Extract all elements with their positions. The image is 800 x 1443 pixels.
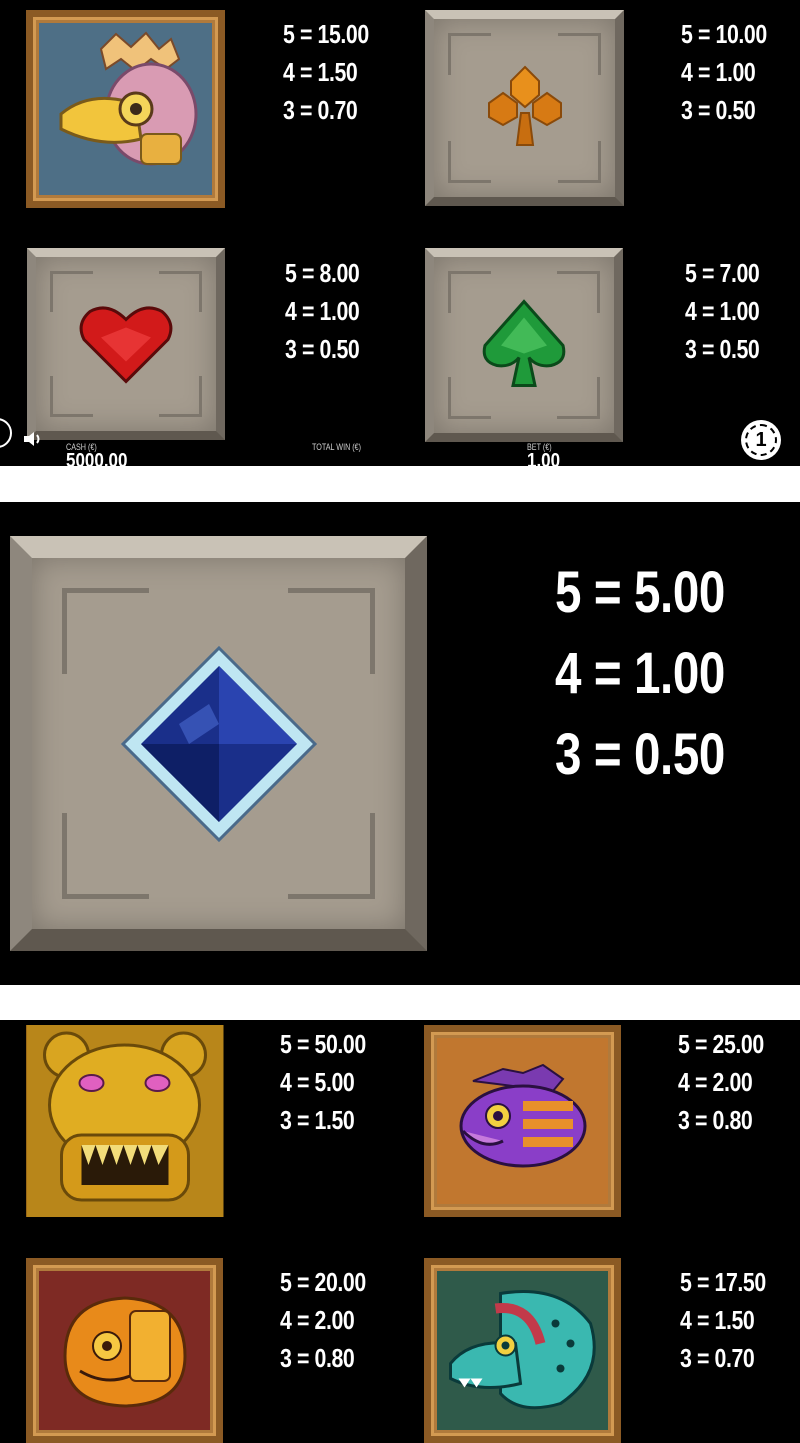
- pay-5: 5 = 17.50: [680, 1267, 766, 1297]
- orange-club-gem-symbol: [425, 10, 624, 206]
- pay-5: 5 = 20.00: [280, 1267, 366, 1297]
- quetzal-paytable: 5 = 15.00 4 = 1.50 3 = 0.70: [283, 15, 369, 129]
- pay-4: 4 = 2.00: [280, 1305, 355, 1335]
- quetzal-bird-symbol: [26, 10, 225, 208]
- pay-3: 3 = 0.70: [680, 1343, 755, 1373]
- diamond-gem-icon: [120, 645, 317, 842]
- pay-4: 4 = 1.00: [555, 641, 725, 706]
- monkey-icon: [62, 1295, 187, 1408]
- red-heart-gem-symbol: [27, 248, 225, 440]
- pay-3: 3 = 0.50: [685, 334, 760, 364]
- purple-fish-symbol: [424, 1025, 621, 1217]
- bird-icon: [59, 31, 197, 166]
- pay-4: 4 = 1.00: [685, 296, 760, 326]
- coin-value-button[interactable]: 1: [741, 420, 781, 460]
- pay-5: 5 = 50.00: [280, 1029, 366, 1059]
- pay-3: 3 = 0.80: [280, 1343, 355, 1373]
- jaguar-icon: [26, 1025, 223, 1217]
- pay-3: 3 = 0.80: [678, 1105, 753, 1135]
- serpent-paytable: 5 = 17.50 4 = 1.50 3 = 0.70: [680, 1263, 766, 1377]
- club-paytable: 5 = 10.00 4 = 1.00 3 = 0.50: [681, 15, 767, 129]
- pay-5: 5 = 15.00: [283, 19, 369, 49]
- heart-paytable: 5 = 8.00 4 = 1.00 3 = 0.50: [285, 254, 360, 368]
- paytable-page-2: 5 = 5.00 4 = 1.00 3 = 0.50: [0, 502, 800, 985]
- total-win-label: TOTAL WIN (€): [312, 442, 362, 452]
- club-gem-icon: [487, 65, 562, 146]
- pay-3: 3 = 0.70: [283, 95, 358, 125]
- pay-3: 3 = 1.50: [280, 1105, 355, 1135]
- pay-3: 3 = 0.50: [681, 95, 756, 125]
- pay-5: 5 = 5.00: [555, 560, 725, 625]
- orange-monkey-symbol: [26, 1258, 223, 1443]
- cash-value: 5000.00: [66, 450, 128, 466]
- pay-3: 3 = 0.50: [285, 334, 360, 364]
- coin-value: 1: [745, 424, 777, 456]
- pay-4: 4 = 2.00: [678, 1067, 753, 1097]
- bet-value: 1.00: [527, 450, 561, 466]
- spade-gem-icon: [482, 299, 566, 387]
- pay-5: 5 = 25.00: [678, 1029, 764, 1059]
- jaguar-paytable: 5 = 50.00 4 = 5.00 3 = 1.50: [280, 1025, 366, 1139]
- green-spade-gem-symbol: [425, 248, 623, 442]
- golden-jaguar-symbol: [26, 1025, 223, 1217]
- pay-4: 4 = 1.00: [285, 296, 360, 326]
- pay-5: 5 = 10.00: [681, 19, 767, 49]
- serpent-icon: [448, 1289, 596, 1409]
- fish-paytable: 5 = 25.00 4 = 2.00 3 = 0.80: [678, 1025, 764, 1139]
- blue-diamond-gem-symbol: [10, 536, 427, 951]
- paytable-page-1: 5 = 15.00 4 = 1.50 3 = 0.70 5 = 10.00 4 …: [0, 0, 800, 466]
- menu-button[interactable]: [0, 418, 12, 448]
- fish-icon: [459, 1063, 586, 1168]
- game-status-bar: CASH (€) 5000.00 TOTAL WIN (€) BET (€) 1…: [0, 418, 800, 466]
- pay-4: 4 = 5.00: [280, 1067, 355, 1097]
- spade-paytable: 5 = 7.00 4 = 1.00 3 = 0.50: [685, 254, 760, 368]
- pay-5: 5 = 8.00: [285, 258, 360, 288]
- teal-serpent-symbol: [424, 1258, 621, 1443]
- monkey-paytable: 5 = 20.00 4 = 2.00 3 = 0.80: [280, 1263, 366, 1377]
- diamond-paytable: 5 = 5.00 4 = 1.00 3 = 0.50: [555, 552, 725, 795]
- pay-3: 3 = 0.50: [555, 722, 725, 787]
- sound-icon[interactable]: [22, 430, 44, 448]
- paytable-page-3: 5 = 50.00 4 = 5.00 3 = 1.50 5 = 25.00 4 …: [0, 1020, 800, 1443]
- heart-gem-icon: [79, 306, 173, 384]
- pay-4: 4 = 1.50: [680, 1305, 755, 1335]
- pay-5: 5 = 7.00: [685, 258, 760, 288]
- pay-4: 4 = 1.00: [681, 57, 756, 87]
- pay-4: 4 = 1.50: [283, 57, 358, 87]
